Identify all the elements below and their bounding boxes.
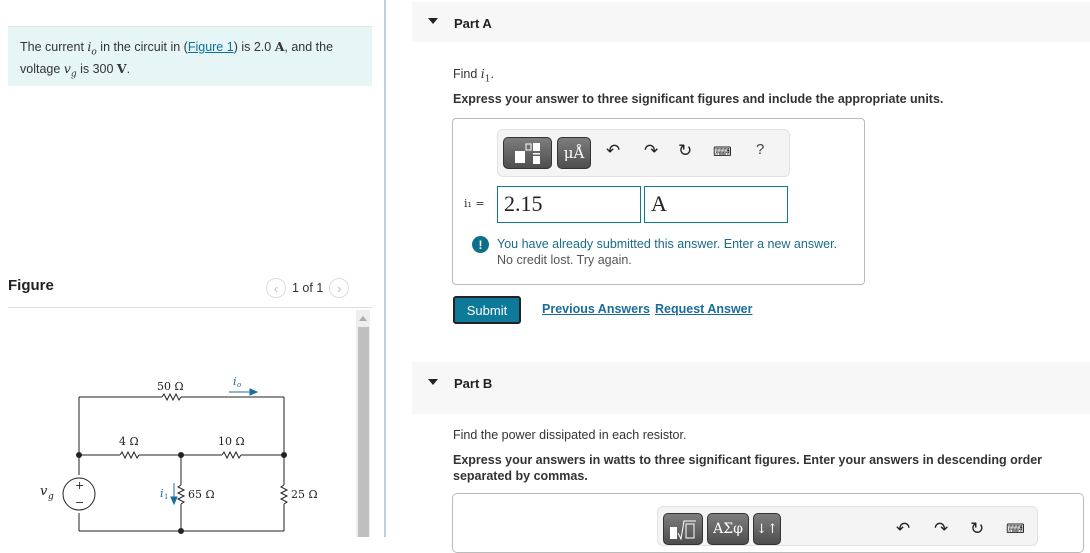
var-io: io (87, 39, 97, 58)
reset-icon[interactable]: ↻ (970, 519, 984, 539)
problem-statement: The current io in the circuit in (Figure… (8, 26, 372, 86)
pager-text: 1 of 1 (292, 281, 324, 295)
figure-link[interactable]: Figure 1 (188, 40, 234, 54)
r-right-label: 25 Ω (291, 488, 318, 501)
collapse-triangle-icon (428, 379, 438, 385)
io-label-sub: o (237, 381, 241, 389)
node-dot (178, 452, 184, 458)
redo-icon[interactable]: ↷ (934, 519, 948, 539)
figure-scrollbar[interactable] (356, 310, 370, 537)
r-left-label: 4 Ω (119, 435, 139, 448)
help-button[interactable]: ? (756, 141, 764, 158)
request-answer-link[interactable]: Request Answer (655, 302, 752, 316)
feedback-message: You have already submitted this answer. … (497, 237, 838, 267)
unit-amps: A (274, 39, 285, 54)
left-panel: The current io in the circuit in (Figure… (0, 0, 385, 537)
unit-volts: V (116, 60, 127, 76)
part-a-prompt: Find i1. (453, 66, 495, 85)
i1-label: i (160, 487, 164, 500)
part-a-instruction: Express your answer to three significant… (453, 92, 944, 106)
i1-label-sub: 1 (164, 493, 168, 501)
source-label-sub: g (48, 492, 54, 502)
part-b-math-toolbar: ΑΣφ ↓↑ ↶ ↷ ↻ ⌨ (657, 506, 1038, 546)
chevron-right-icon: › (337, 280, 342, 296)
templates-button[interactable] (503, 137, 552, 169)
undo-icon[interactable]: ↶ (606, 141, 620, 161)
var-vg: vg (63, 60, 77, 80)
figure-divider (8, 307, 372, 308)
node-dot (178, 528, 184, 534)
part-b-label: Part B (454, 376, 493, 391)
part-a-header[interactable]: Part A (412, 2, 1090, 42)
prev-figure-button[interactable]: ‹ (266, 278, 286, 298)
intro-text: The current (20, 40, 88, 54)
answer-label: i₁ = (464, 197, 485, 210)
r-center-label: 65 Ω (188, 488, 215, 501)
unit-input[interactable]: A (644, 186, 788, 223)
redo-icon[interactable]: ↷ (644, 141, 658, 161)
source-label: v (40, 484, 48, 499)
part-b-prompt: Find the power dissipated in each resist… (453, 428, 687, 442)
node-dot (281, 452, 287, 458)
source-plus: + (75, 479, 84, 492)
sort-button[interactable]: ↓↑ (753, 513, 781, 545)
alert-icon: ! (472, 236, 489, 253)
submit-button[interactable]: Submit (453, 296, 521, 324)
scroll-up-icon[interactable] (356, 310, 370, 326)
units-button[interactable]: μÅ (557, 137, 591, 169)
figure-title: Figure (8, 277, 54, 294)
figure-pager: ‹ 1 of 1 › (266, 278, 350, 298)
panel-divider[interactable] (384, 0, 386, 537)
collapse-triangle-icon (428, 18, 438, 24)
part-a-math-toolbar: μÅ ↶ ↷ ↻ ⌨ ? (497, 129, 790, 177)
scroll-thumb[interactable] (358, 327, 369, 537)
part-a-label: Part A (454, 16, 492, 31)
keyboard-icon[interactable]: ⌨ (713, 144, 732, 160)
circuit-diagram: 50 Ω 4 Ω 10 Ω 65 Ω 25 Ω + − v g i o i 1 (40, 375, 318, 534)
node-dot (76, 452, 82, 458)
reset-icon[interactable]: ↻ (678, 141, 692, 161)
chevron-left-icon: ‹ (273, 280, 279, 296)
greek-button[interactable]: ΑΣφ (707, 513, 749, 545)
undo-icon[interactable]: ↶ (896, 519, 910, 539)
source-minus: − (75, 496, 84, 509)
r-top-label: 50 Ω (157, 380, 184, 393)
templates-icon (514, 143, 540, 164)
previous-answers-link[interactable]: Previous Answers (542, 302, 650, 316)
value-input[interactable]: 2.15 (497, 186, 641, 223)
part-b-instruction: Express your answers in watts to three s… (453, 453, 1043, 483)
io-label: i (233, 375, 237, 388)
next-figure-button[interactable]: › (329, 278, 350, 298)
r-mid-label: 10 Ω (218, 435, 245, 448)
part-b-header[interactable]: Part B (412, 362, 1090, 414)
sqrt-template-button[interactable] (663, 513, 703, 545)
keyboard-icon[interactable]: ⌨ (1006, 521, 1025, 537)
